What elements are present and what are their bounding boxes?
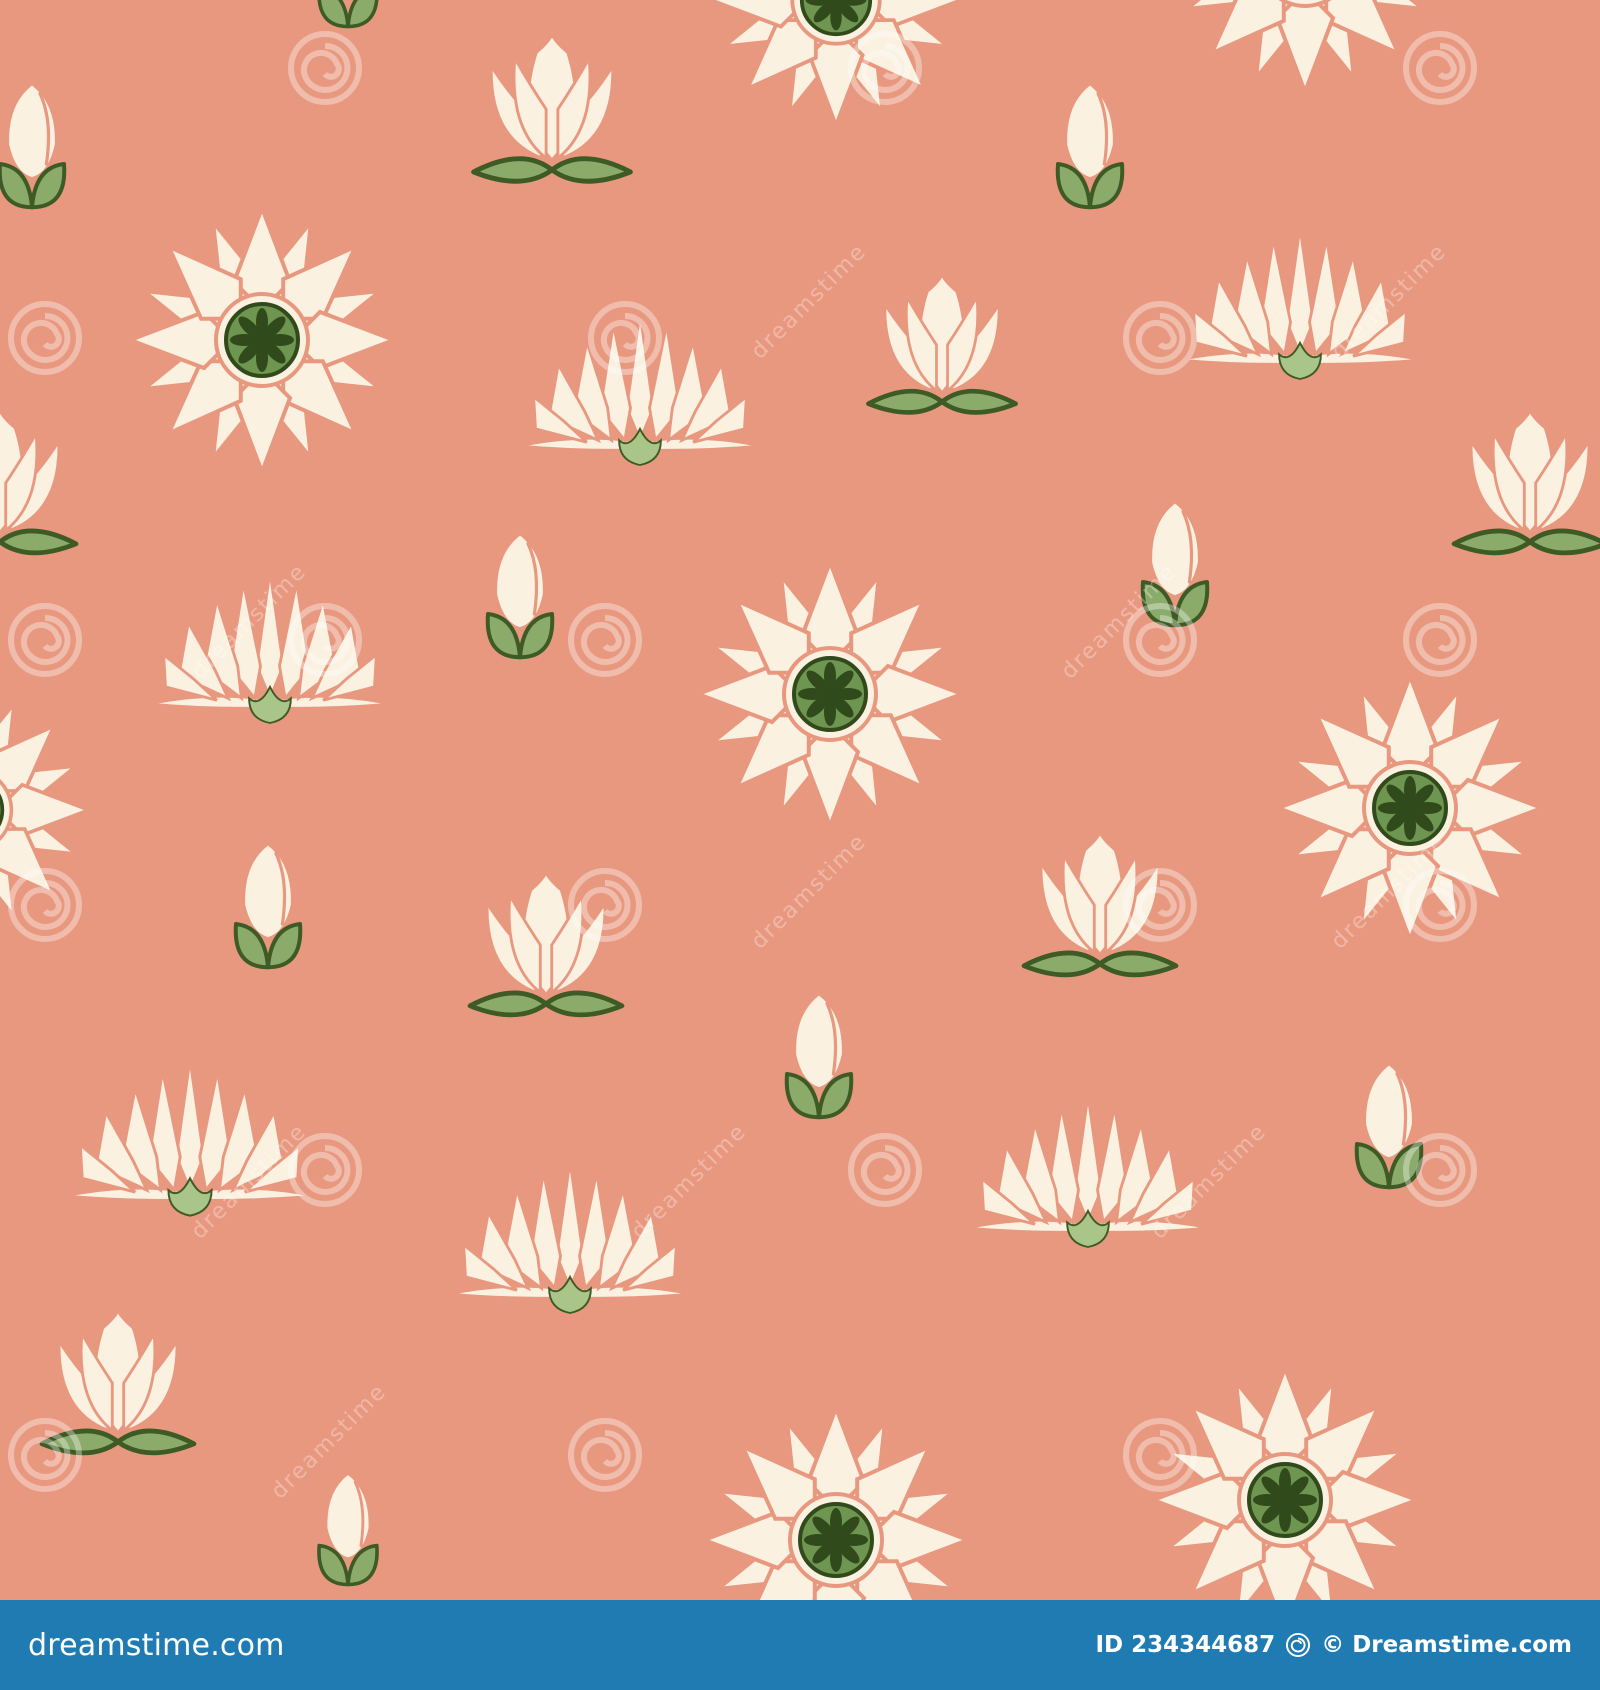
copyright: © Dreamstime.com [1321, 1632, 1572, 1658]
footer-bar: dreamstime.com ID 234344687 © Dreamstime… [0, 1600, 1600, 1690]
lotus-pattern: .pet-back polygon { fill: #fbf1e1; strok… [0, 0, 1600, 1600]
motif-lily-top-3 [1276, 674, 1544, 942]
image-root: .pet-back polygon { fill: #fbf1e1; strok… [0, 0, 1600, 1690]
motif-lily-top-1 [128, 206, 396, 474]
motif-lily-top-2 [696, 560, 964, 828]
dreamstime-spiral-logo-icon [1286, 1632, 1311, 1658]
image-id: ID 234344687 [1095, 1632, 1276, 1658]
image-id-area: ID 234344687 © Dreamstime.com [1096, 1632, 1573, 1658]
site-name[interactable]: dreamstime.com [28, 1628, 285, 1663]
